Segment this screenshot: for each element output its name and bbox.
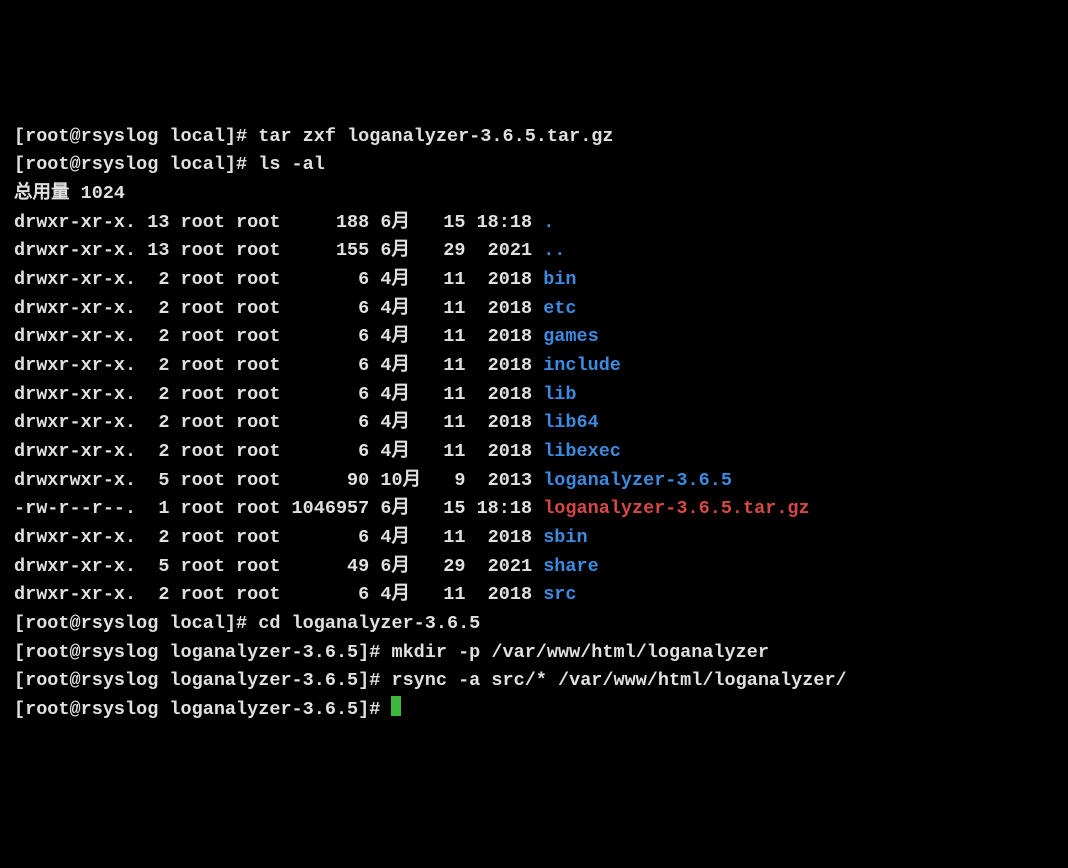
shell-prompt: [root@rsyslog local]# [14, 154, 258, 175]
cursor-icon [391, 696, 401, 716]
ls-row: drwxrwxr-x. 5 root root 90 10月 9 2013 lo… [14, 467, 1054, 496]
ls-row: drwxr-xr-x. 5 root root 49 6月 29 2021 sh… [14, 553, 1054, 582]
ls-row: drwxr-xr-x. 2 root root 6 4月 11 2018 lib [14, 381, 1054, 410]
prompt-line: [root@rsyslog local]# ls -al [14, 151, 1054, 180]
ls-row: drwxr-xr-x. 2 root root 6 4月 11 2018 lib… [14, 438, 1054, 467]
file-name: loganalyzer-3.6.5.tar.gz [543, 498, 809, 519]
ls-row: drwxr-xr-x. 2 root root 6 4月 11 2018 inc… [14, 352, 1054, 381]
command-text: tar zxf loganalyzer-3.6.5.tar.gz [258, 126, 613, 147]
shell-prompt: [root@rsyslog loganalyzer-3.6.5]# [14, 699, 391, 720]
file-name: lib [543, 384, 576, 405]
output-line: 总用量 1024 [14, 180, 1054, 209]
shell-prompt: [root@rsyslog local]# [14, 613, 258, 634]
file-name: etc [543, 298, 576, 319]
prompt-line: [root@rsyslog loganalyzer-3.6.5]# [14, 696, 1054, 725]
ls-row: drwxr-xr-x. 13 root root 188 6月 15 18:18… [14, 209, 1054, 238]
prompt-line: [root@rsyslog local]# cd loganalyzer-3.6… [14, 610, 1054, 639]
ls-row: drwxr-xr-x. 2 root root 6 4月 11 2018 etc [14, 295, 1054, 324]
file-name: lib64 [543, 412, 599, 433]
file-name: .. [543, 240, 565, 261]
shell-prompt: [root@rsyslog loganalyzer-3.6.5]# [14, 670, 391, 691]
ls-row: drwxr-xr-x. 2 root root 6 4月 11 2018 bin [14, 266, 1054, 295]
file-name: sbin [543, 527, 587, 548]
ls-row: drwxr-xr-x. 2 root root 6 4月 11 2018 gam… [14, 323, 1054, 352]
file-name: . [543, 212, 554, 233]
file-name: bin [543, 269, 576, 290]
file-name: games [543, 326, 599, 347]
ls-row: drwxr-xr-x. 2 root root 6 4月 11 2018 lib… [14, 409, 1054, 438]
command-text: rsync -a src/* /var/www/html/loganalyzer… [391, 670, 846, 691]
file-name: share [543, 556, 599, 577]
file-name: include [543, 355, 621, 376]
ls-row: -rw-r--r--. 1 root root 1046957 6月 15 18… [14, 495, 1054, 524]
prompt-line: [root@rsyslog loganalyzer-3.6.5]# rsync … [14, 667, 1054, 696]
prompt-line: [root@rsyslog loganalyzer-3.6.5]# mkdir … [14, 639, 1054, 668]
command-text: ls -al [258, 154, 325, 175]
ls-row: drwxr-xr-x. 2 root root 6 4月 11 2018 src [14, 581, 1054, 610]
ls-row: drwxr-xr-x. 2 root root 6 4月 11 2018 sbi… [14, 524, 1054, 553]
shell-prompt: [root@rsyslog local]# [14, 126, 258, 147]
ls-row: drwxr-xr-x. 13 root root 155 6月 29 2021 … [14, 237, 1054, 266]
terminal-output[interactable]: [root@rsyslog local]# tar zxf loganalyze… [14, 123, 1054, 725]
shell-prompt: [root@rsyslog loganalyzer-3.6.5]# [14, 642, 391, 663]
command-text: mkdir -p /var/www/html/loganalyzer [391, 642, 768, 663]
file-name: src [543, 584, 576, 605]
command-text: cd loganalyzer-3.6.5 [258, 613, 480, 634]
file-name: loganalyzer-3.6.5 [543, 470, 732, 491]
file-name: libexec [543, 441, 621, 462]
prompt-line: [root@rsyslog local]# tar zxf loganalyze… [14, 123, 1054, 152]
